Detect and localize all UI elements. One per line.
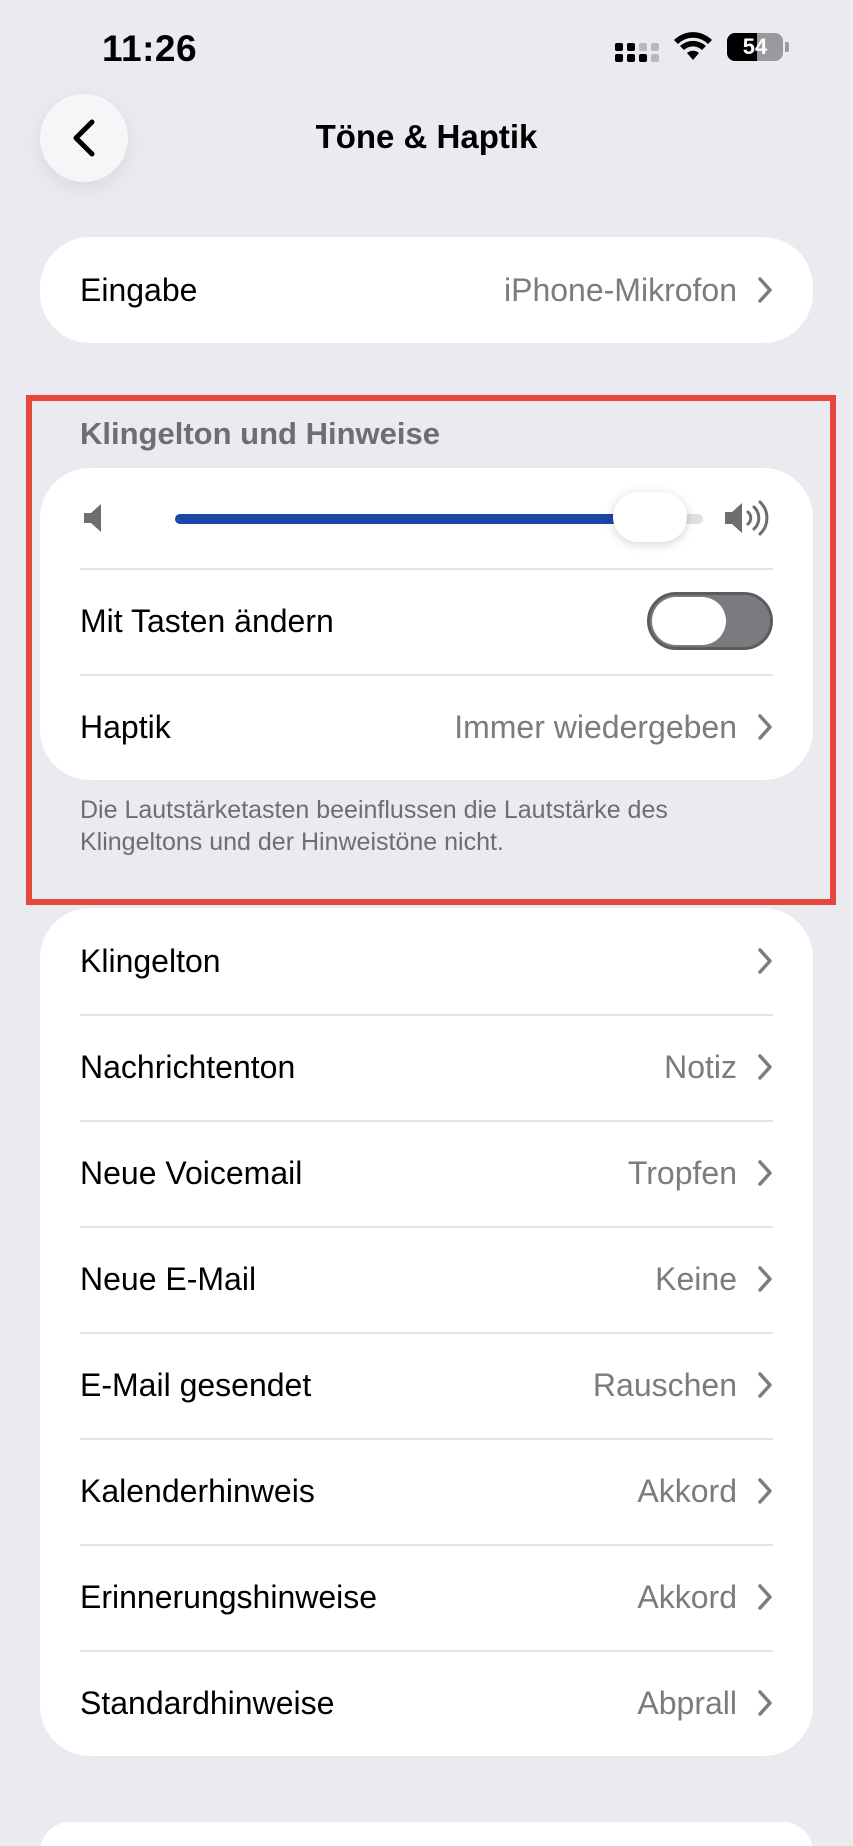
chevron-right-icon [758, 277, 772, 303]
ringer-card: Mit Tasten ändern Haptik Immer wiedergeb… [40, 468, 813, 780]
sound-row-value: Tropfen [627, 1154, 737, 1191]
input-row[interactable]: Eingabe iPhone-Mikrofon [40, 237, 813, 343]
input-label: Eingabe [80, 271, 198, 308]
speaker-low-icon [84, 504, 101, 532]
sound-row-label: Neue Voicemail [80, 1154, 303, 1191]
sound-row-label: Neue E-Mail [80, 1260, 257, 1297]
chevron-right-icon [758, 1478, 772, 1504]
battery-icon: 54 [727, 33, 783, 61]
input-card: Eingabe iPhone-Mikrofon [40, 237, 813, 343]
sounds-card: Klingelton Nachrichtenton Notiz Neue Voicem… [40, 908, 813, 1756]
sound-row-value: Akkord [637, 1578, 737, 1615]
change-with-buttons-label: Mit Tasten ändern [80, 602, 334, 639]
volume-slider-fill [175, 514, 651, 524]
sound-row-value: Akkord [637, 1472, 737, 1509]
sound-row[interactable]: Erinnerungshinweise Akkord [40, 1544, 813, 1650]
haptics-value: Immer wiedergeben [454, 708, 737, 745]
sound-row[interactable]: Standardhinweise Abprall [40, 1650, 813, 1756]
sound-row[interactable]: Neue Voicemail Tropfen [40, 1120, 813, 1226]
sound-row[interactable]: Nachrichtenton Notiz [40, 1014, 813, 1120]
change-with-buttons-row: Mit Tasten ändern [40, 568, 813, 674]
chevron-right-icon [758, 948, 772, 974]
sound-row[interactable]: Kalenderhinweis Akkord [40, 1438, 813, 1544]
chevron-right-icon [758, 1372, 772, 1398]
sound-row-label: Nachrichtenton [80, 1048, 296, 1085]
status-icons: 54 [615, 32, 789, 62]
sound-row-label: Kalenderhinweis [80, 1472, 315, 1509]
volume-slider-thumb[interactable] [613, 492, 688, 542]
sound-row-value: Keine [655, 1260, 737, 1297]
volume-slider-row [40, 468, 813, 568]
sound-row-value: Rauschen [592, 1366, 737, 1403]
chevron-right-icon [758, 1054, 772, 1080]
sound-row[interactable]: Neue E-Mail Keine [40, 1226, 813, 1332]
wifi-icon [674, 32, 712, 60]
haptics-row[interactable]: Haptik Immer wiedergeben [40, 674, 813, 780]
cellular-signal-icon [615, 32, 659, 62]
sound-row[interactable]: Klingelton [40, 908, 813, 1014]
ringer-footer-note: Die Lautstärketasten beeinflussen die La… [80, 796, 668, 856]
sound-row-label: Standardhinweise [80, 1684, 335, 1721]
sound-row-label: Erinnerungshinweise [80, 1578, 378, 1615]
chevron-right-icon [758, 1266, 772, 1292]
sound-row-value: Abprall [637, 1684, 737, 1721]
chevron-right-icon [758, 1584, 772, 1610]
input-value: iPhone-Mikrofon [504, 271, 737, 308]
sound-row-value: Notiz [664, 1048, 737, 1085]
chevron-right-icon [758, 714, 772, 740]
chevron-right-icon [758, 1160, 772, 1186]
sound-row-label: E-Mail gesendet [80, 1366, 312, 1403]
page-title: Töne & Haptik [315, 118, 538, 155]
section-header-ringer: Klingelton und Hinweise [80, 416, 440, 451]
status-time: 11:26 [102, 28, 198, 69]
chevron-right-icon [758, 1690, 772, 1716]
battery-level: 54 [742, 34, 768, 59]
sound-row[interactable]: E-Mail gesendet Rauschen [40, 1332, 813, 1438]
settings-page: 11:26 54 Töne & Haptik Eingabe iPhone-Mi… [0, 0, 853, 1846]
sound-row-label: Klingelton [80, 942, 221, 979]
next-card [40, 1822, 813, 1846]
speaker-high-icon [725, 500, 769, 536]
change-with-buttons-toggle[interactable] [647, 592, 773, 650]
haptics-label: Haptik [80, 708, 171, 745]
